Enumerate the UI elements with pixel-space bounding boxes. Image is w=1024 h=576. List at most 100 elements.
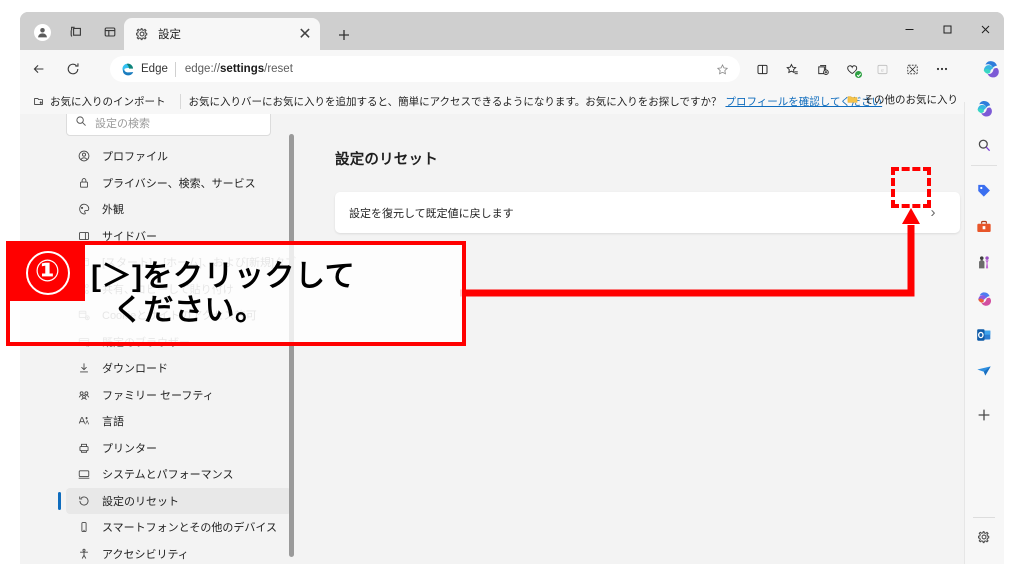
microsoft365-icon[interactable] <box>969 284 999 314</box>
split-screen-icon[interactable] <box>748 56 776 82</box>
sidebar-item-10[interactable]: 言語 <box>66 408 291 435</box>
outlook-icon[interactable] <box>969 320 999 350</box>
search-input[interactable]: 設定の検索 <box>66 114 271 136</box>
workspaces-icon[interactable] <box>60 19 92 45</box>
games-icon[interactable] <box>969 248 999 278</box>
import-favorites-button[interactable]: お気に入りのインポート <box>26 92 172 111</box>
sidebar-item-15[interactable]: アクセシビリティ <box>66 541 291 565</box>
instruction-text: [＞]をクリックして ください。 <box>85 245 462 342</box>
rail-section-divider <box>971 165 997 166</box>
edge-right-rail <box>964 88 1004 564</box>
page-title: 設定のリセット <box>335 152 438 168</box>
browser-essentials-icon[interactable] <box>838 56 866 82</box>
window-controls <box>890 12 1004 46</box>
sidebar-item-label: 外観 <box>102 204 124 217</box>
sidebar-item-label: スマートフォンとその他のデバイス <box>102 522 278 535</box>
sidebar-item-label: ファミリー セーフティ <box>102 389 214 402</box>
sidebar-item-2[interactable]: 外観 <box>66 196 291 223</box>
add-rail-button[interactable] <box>969 400 999 430</box>
edge-logo-icon <box>120 62 135 77</box>
title-bar: 設定 ✕ <box>20 12 1004 50</box>
other-favorites-label: その他のお気に入り <box>863 94 959 106</box>
drop-plane-icon[interactable] <box>969 356 999 386</box>
reset-settings-label: 設定を復元して既定値に戻します <box>349 207 514 220</box>
search-placeholder: 設定の検索 <box>95 117 150 130</box>
settings-nav-list: プロファイルプライバシー、検索、サービス外観サイドバー[スタート]、[ホーム]、… <box>58 143 296 565</box>
sidebar-item-8[interactable]: ダウンロード <box>66 355 291 382</box>
search-rail-icon[interactable] <box>969 130 999 160</box>
rail-bottom-divider <box>973 517 995 518</box>
url-omnibox[interactable]: Edge edge://settings/reset <box>110 56 740 82</box>
sidebar-item-label: プロファイル <box>102 151 168 164</box>
sidebar-item-13[interactable]: 設定のリセット <box>58 487 291 514</box>
download-icon <box>76 360 92 376</box>
accessibility-icon <box>76 546 92 562</box>
sidebar-item-9[interactable]: ファミリー セーフティ <box>66 382 291 409</box>
sidebar-item-0[interactable]: プロファイル <box>66 143 291 170</box>
refresh-button[interactable] <box>58 54 88 84</box>
sidebar-item-label: プライバシー、検索、サービス <box>102 177 256 190</box>
reset-settings-row[interactable]: 設定を復元して既定値に戻します › <box>335 192 960 233</box>
toolbar-icons: e <box>748 56 956 82</box>
instruction-line-2: ください。 <box>113 293 266 327</box>
other-favorites-folder[interactable]: その他のお気に入り <box>846 92 959 107</box>
sidebar-item-label: 設定のリセット <box>102 495 179 508</box>
chevron-highlight-box <box>891 167 931 208</box>
star-icon[interactable] <box>712 59 732 79</box>
copilot-rail-icon[interactable] <box>969 94 999 124</box>
rail-divider <box>964 102 965 564</box>
collections-icon[interactable] <box>808 56 836 82</box>
gear-icon[interactable] <box>969 522 999 552</box>
new-tab-button[interactable] <box>332 24 356 46</box>
status-badge <box>854 70 863 79</box>
appearance-icon <box>76 201 92 217</box>
sidebar-item-label: ダウンロード <box>102 363 168 376</box>
search-icon <box>75 114 87 132</box>
address-bar: Edge edge://settings/reset e <box>20 50 1004 88</box>
sidebar-item-label: アクセシビリティ <box>102 548 189 561</box>
gear-icon <box>134 26 150 42</box>
bookmark-hint-message: お気に入りバーにお気に入りを追加すると、簡単にアクセスできるようになります。お気… <box>188 95 722 108</box>
lock-icon <box>76 175 92 191</box>
omnibox-divider <box>174 61 176 77</box>
sidebar-item-12[interactable]: システムとパフォーマンス <box>66 461 291 488</box>
step-number: ① <box>25 251 70 295</box>
sidebar-item-label: プリンター <box>102 442 157 455</box>
bookmark-divider <box>179 93 181 109</box>
tab-settings[interactable]: 設定 ✕ <box>124 18 320 50</box>
family-safety-icon <box>76 387 92 403</box>
language-icon <box>76 413 92 429</box>
settings-more-icon[interactable] <box>928 56 956 82</box>
tab-actions-icon[interactable] <box>94 19 126 45</box>
maximize-button[interactable] <box>928 12 966 46</box>
minimize-button[interactable] <box>890 12 928 46</box>
url-text: edge://settings/reset <box>184 63 293 75</box>
extensions-icon[interactable] <box>898 56 926 82</box>
instruction-callout: ① [＞]をクリックして ください。 <box>6 241 466 346</box>
bookmark-bar: お気に入りのインポート お気に入りバーにお気に入りを追加すると、簡単にアクセスで… <box>20 88 1004 114</box>
system-icon <box>76 466 92 482</box>
shopping-tag-icon[interactable] <box>969 176 999 206</box>
sidebar-item-label: 言語 <box>102 416 124 429</box>
close-button[interactable] <box>966 12 1004 46</box>
sidebar-item-label: システムとパフォーマンス <box>102 469 234 482</box>
back-button[interactable] <box>24 54 54 84</box>
ie-mode-icon[interactable]: e <box>868 56 896 82</box>
sidebar-item-1[interactable]: プライバシー、検索、サービス <box>66 170 291 197</box>
tools-toolbox-icon[interactable] <box>969 212 999 242</box>
copilot-icon[interactable] <box>976 55 1004 83</box>
favorites-icon[interactable] <box>778 56 806 82</box>
close-icon[interactable]: ✕ <box>296 25 314 43</box>
profile-avatar-icon[interactable] <box>26 19 58 45</box>
step-number-badge: ① <box>10 245 85 301</box>
profile-icon <box>76 148 92 164</box>
sidebar-item-11[interactable]: プリンター <box>66 435 291 462</box>
sidebar-item-14[interactable]: スマートフォンとその他のデバイス <box>66 514 291 541</box>
svg-text:e: e <box>881 67 884 73</box>
tab-title: 設定 <box>158 29 181 41</box>
printer-icon <box>76 440 92 456</box>
screenshot-root: 設定 ✕ Edge edge://settings/reset e お気に入りの… <box>0 0 1024 576</box>
tabstrip-left-icons <box>26 19 126 45</box>
omnibox-brand-label: Edge <box>141 63 168 75</box>
phone-icon <box>76 519 92 535</box>
